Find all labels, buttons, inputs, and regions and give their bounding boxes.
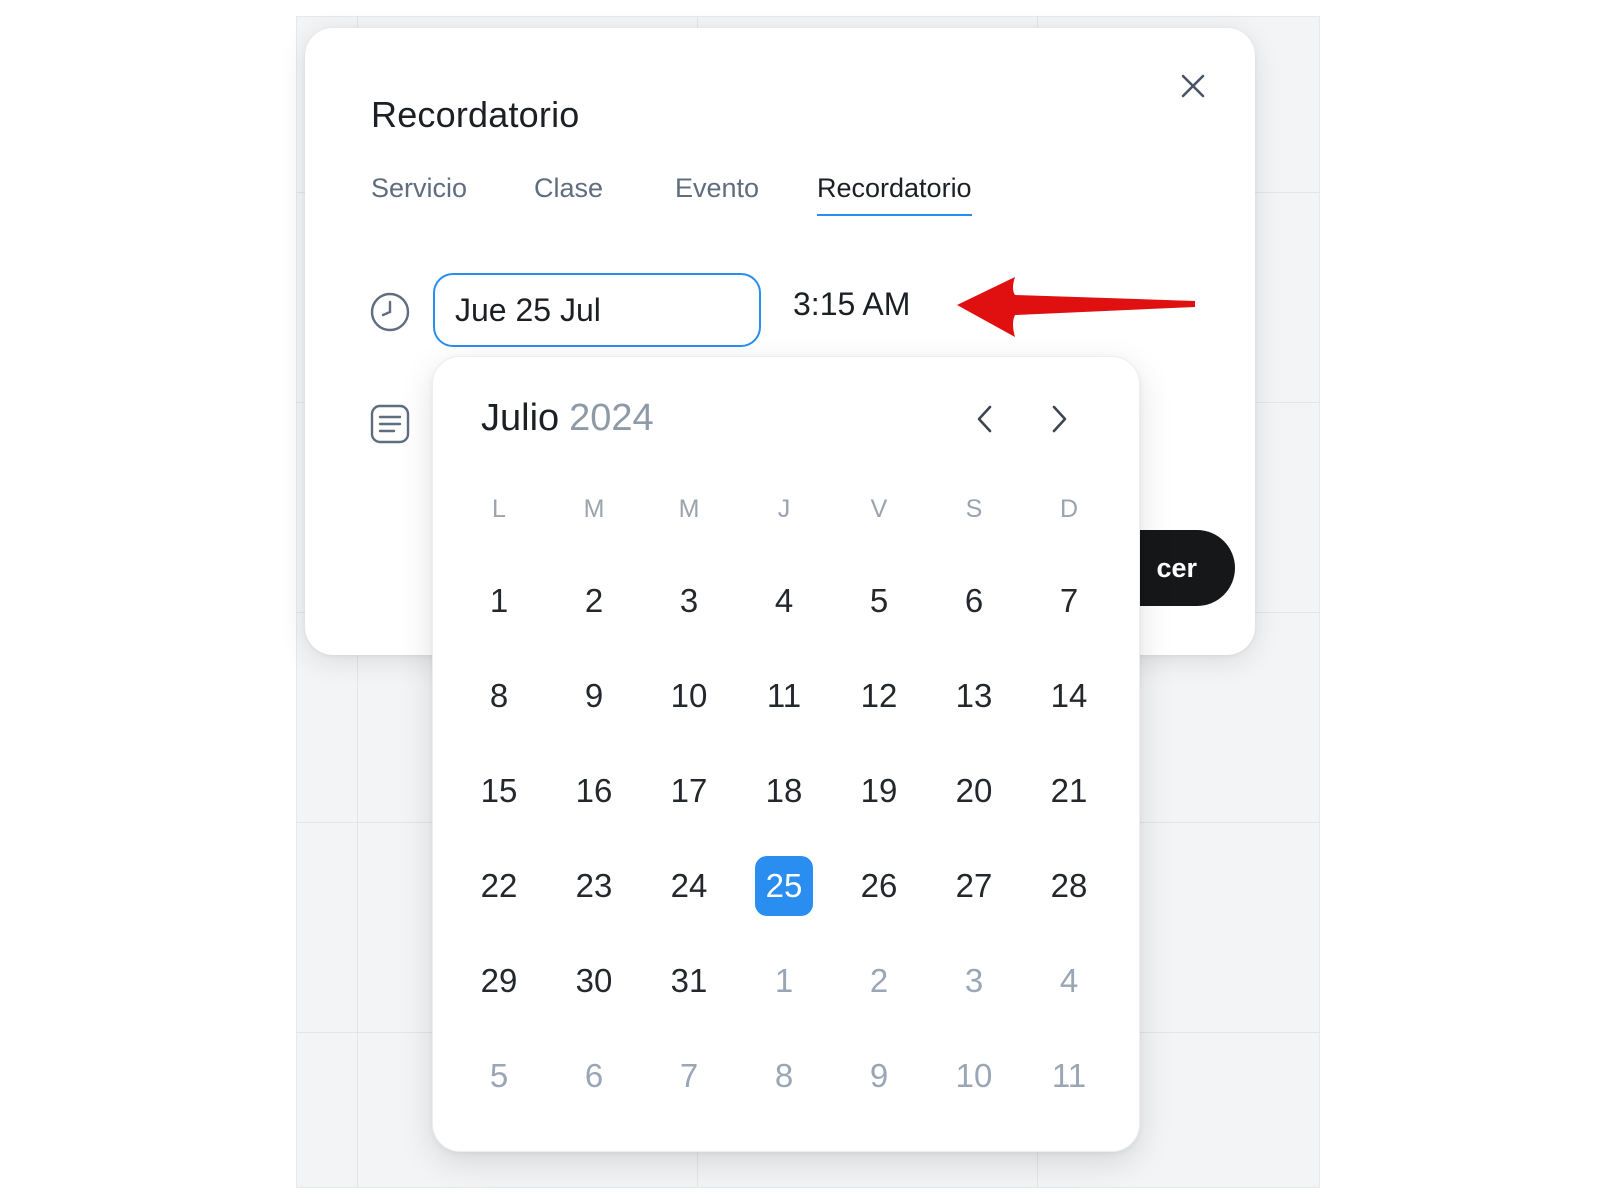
calendar-day[interactable]: 4	[1039, 951, 1099, 1011]
calendar-day[interactable]: 10	[944, 1046, 1004, 1106]
calendar-day[interactable]: 17	[659, 761, 719, 821]
tab-servicio[interactable]: Servicio	[371, 173, 467, 214]
calendar-day[interactable]: 13	[944, 666, 1004, 726]
date-picker-popup: Julio 2024 L M M J V S D 1 2 3 4 5 6 7 8 9 10 11 12 13 14 15 16…	[432, 356, 1140, 1152]
calendar-day[interactable]: 5	[469, 1046, 529, 1106]
chevron-right-icon	[1052, 405, 1067, 433]
calendar-day[interactable]: 28	[1039, 856, 1099, 916]
calendar-day[interactable]: 9	[564, 666, 624, 726]
close-icon	[1181, 74, 1205, 98]
calendar-day[interactable]: 10	[659, 666, 719, 726]
calendar-day[interactable]: 6	[564, 1046, 624, 1106]
note-icon	[368, 402, 412, 446]
calendar-day[interactable]: 27	[944, 856, 1004, 916]
calendar-day[interactable]: 31	[659, 951, 719, 1011]
weekday-label: M	[678, 495, 700, 523]
calendar-day[interactable]: 6	[944, 571, 1004, 631]
weekday-label: M	[583, 495, 605, 523]
calendar-month-year: Julio 2024	[481, 397, 654, 440]
prev-month-button[interactable]	[963, 397, 1007, 441]
calendar-day[interactable]: 16	[564, 761, 624, 821]
close-button[interactable]	[1175, 68, 1211, 104]
calendar-day[interactable]: 7	[1039, 571, 1099, 631]
calendar-day[interactable]: 11	[754, 666, 814, 726]
tab-clase[interactable]: Clase	[534, 173, 603, 214]
calendar-day[interactable]: 15	[469, 761, 529, 821]
time-field[interactable]: 3:15 AM	[793, 286, 910, 323]
calendar-day[interactable]: 22	[469, 856, 529, 916]
calendar-day[interactable]: 5	[849, 571, 909, 631]
calendar-day[interactable]: 2	[564, 571, 624, 631]
calendar-day[interactable]: 14	[1039, 666, 1099, 726]
calendar-day[interactable]: 30	[564, 951, 624, 1011]
calendar-month: Julio	[481, 397, 560, 439]
red-arrow-annotation	[957, 277, 1195, 337]
weekday-label: V	[870, 495, 888, 523]
calendar-day[interactable]: 2	[849, 951, 909, 1011]
calendar-day[interactable]: 12	[849, 666, 909, 726]
weekday-label: L	[492, 495, 506, 523]
calendar-day[interactable]: 7	[659, 1046, 719, 1106]
calendar-day[interactable]: 8	[754, 1046, 814, 1106]
tab-recordatorio[interactable]: Recordatorio	[817, 173, 972, 216]
chevron-left-icon	[977, 405, 992, 433]
calendar-day[interactable]: 9	[849, 1046, 909, 1106]
calendar-day[interactable]: 3	[944, 951, 1004, 1011]
weekday-label: D	[1059, 495, 1079, 523]
calendar-day[interactable]: 23	[564, 856, 624, 916]
tab-evento[interactable]: Evento	[675, 173, 759, 214]
calendar-year: 2024	[569, 397, 654, 439]
calendar-day[interactable]: 21	[1039, 761, 1099, 821]
calendar-day[interactable]: 29	[469, 951, 529, 1011]
calendar-day[interactable]: 8	[469, 666, 529, 726]
calendar-day[interactable]: 3	[659, 571, 719, 631]
calendar-day[interactable]: 24	[659, 856, 719, 916]
calendar-day[interactable]: 19	[849, 761, 909, 821]
weekday-label: J	[777, 495, 791, 523]
calendar-day[interactable]: 11	[1039, 1046, 1099, 1106]
weekday-label: S	[965, 495, 983, 523]
clock-icon	[368, 290, 412, 334]
calendar-day[interactable]: 26	[849, 856, 909, 916]
calendar-day[interactable]: 4	[754, 571, 814, 631]
calendar-day[interactable]: 18	[754, 761, 814, 821]
calendar-day[interactable]: 1	[754, 951, 814, 1011]
modal-title: Recordatorio	[371, 94, 580, 135]
calendar-day[interactable]: 1	[469, 571, 529, 631]
date-field[interactable]: Jue 25 Jul	[433, 273, 761, 347]
next-month-button[interactable]	[1037, 397, 1081, 441]
calendar-day[interactable]: 20	[944, 761, 1004, 821]
calendar-day-selected[interactable]: 25	[755, 856, 813, 916]
